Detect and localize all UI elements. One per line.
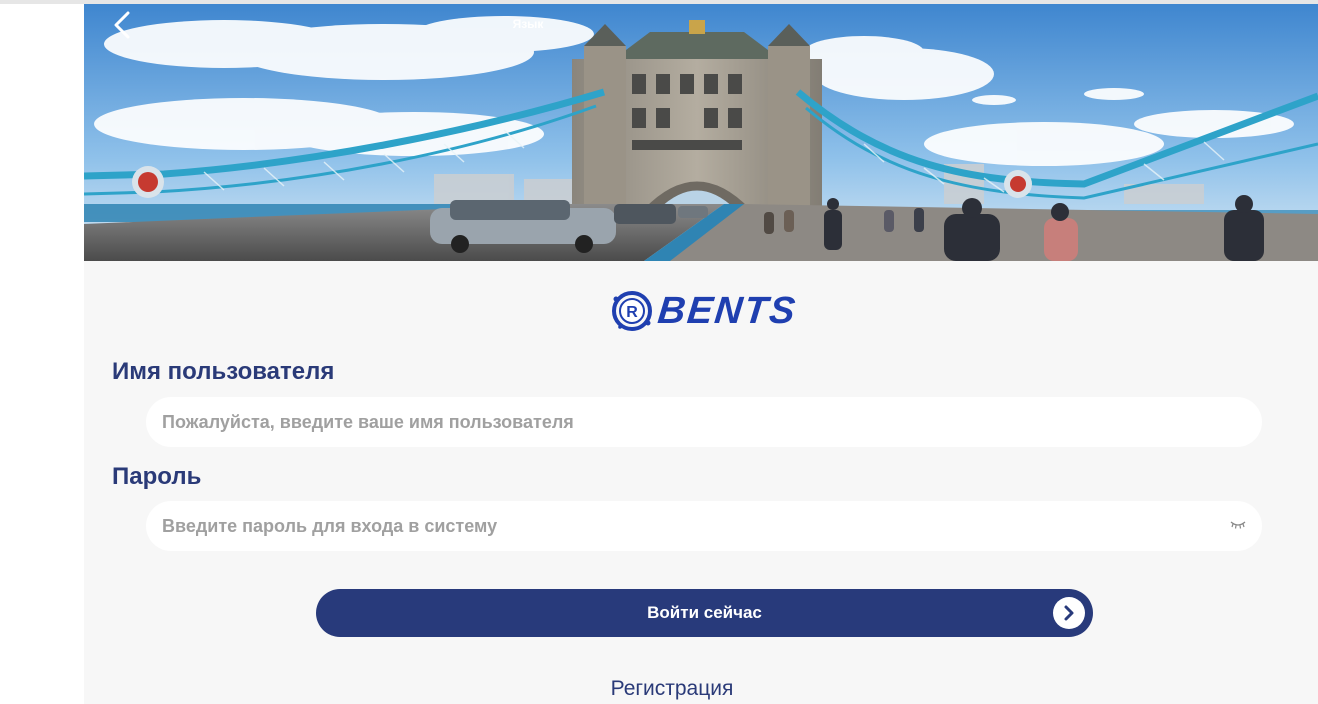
eye-closed-icon[interactable] (1230, 520, 1246, 530)
username-field-container (146, 397, 1262, 447)
login-page: Язык R BENTS Имя пользователя Пароль (84, 4, 1318, 704)
username-label: Имя пользователя (112, 358, 335, 385)
username-input[interactable] (162, 397, 1246, 447)
logo-mark-icon: R (612, 291, 652, 331)
brand-name: BENTS (655, 290, 800, 332)
language-button[interactable]: Язык (500, 16, 556, 32)
tower-bridge-photo (84, 4, 1318, 261)
back-button[interactable] (108, 8, 136, 42)
password-label: Пароль (112, 463, 202, 490)
password-input[interactable] (162, 501, 1246, 551)
logo-mark-letter: R (626, 304, 638, 321)
hero-banner: Язык (84, 4, 1318, 261)
login-button-label: Войти сейчас (647, 603, 762, 622)
brand-logo: R BENTS (610, 289, 800, 333)
register-link[interactable]: Регистрация (554, 676, 790, 702)
chevron-left-icon (114, 11, 130, 39)
login-button[interactable]: Войти сейчас (316, 589, 1093, 637)
password-field-container (146, 501, 1262, 551)
arrow-right-circle-icon (1053, 597, 1085, 629)
